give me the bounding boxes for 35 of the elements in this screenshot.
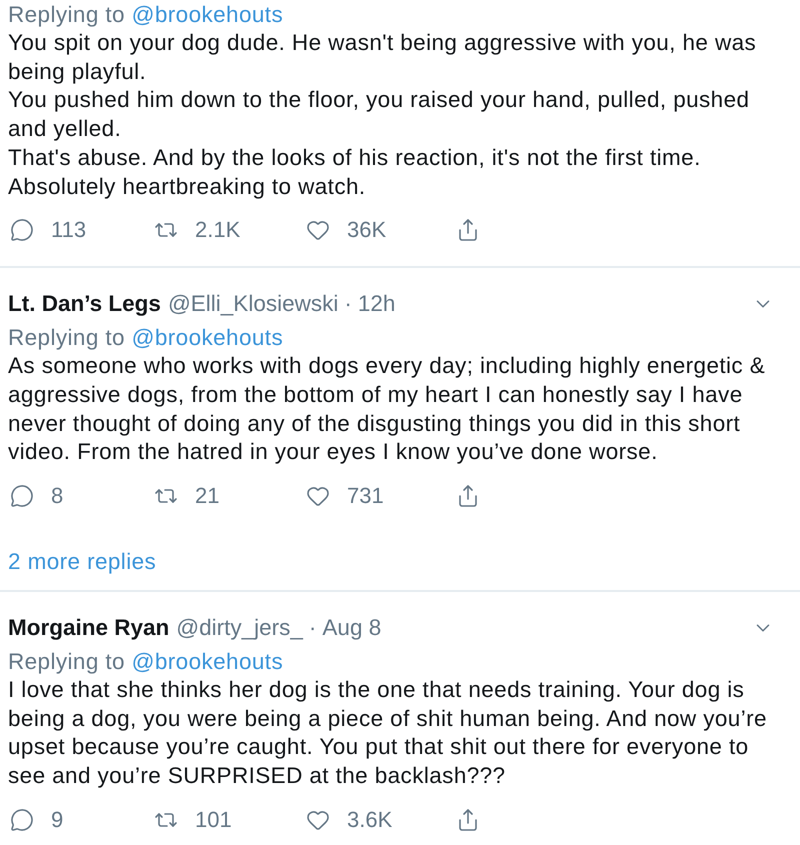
like-count: 731 [347,483,384,510]
mention-link[interactable]: @brookehouts [132,325,284,350]
reply-count: 8 [51,483,64,510]
tweet-time[interactable]: 12h [358,289,396,318]
separator-dot: · [344,290,352,318]
author-name[interactable]: Morgaine Ryan [8,613,170,642]
speech-bubble-icon[interactable] [10,218,34,242]
speech-bubble-icon[interactable] [10,484,34,508]
retweet-count: 101 [195,806,232,833]
more-replies-link[interactable]: 2 more replies [8,547,156,576]
heart-icon[interactable] [306,218,330,242]
like-count: 36K [347,217,386,244]
share-icon[interactable] [456,218,480,242]
tweet-time[interactable]: Aug 8 [322,613,382,642]
reply-count: 113 [51,217,86,244]
replying-to-text: Replying to @brookehouts [8,324,284,352]
replying-to-text: Replying to @brookehouts [8,648,284,676]
share-icon[interactable] [456,808,480,832]
author-handle: @Elli_Klosiewski [168,290,338,318]
retweet-count: 21 [195,483,220,510]
reply-count: 9 [51,806,64,833]
replying-to-text: Replying to @brookehouts [8,1,284,29]
like-count: 3.6K [347,806,392,833]
heart-icon[interactable] [306,484,330,508]
speech-bubble-icon[interactable] [10,808,34,832]
tweet-text: You spit on your dog dude. He wasn't being aggressive with you, he was being playful. You pushed him down to the floor, you raised your hand, pulled, pushed and yelled. That's abuse. And by the looks of his reaction, it's not the first time. Absolutely heartbreaking to watch. [8,29,758,201]
tweet-text: As someone who works with dogs every day; including highly energetic & aggressive dogs, from the bottom of my heart I can honestly say I have never thought of doing any of the disgusting things you did in this short video. From the hatred in your eyes I know you’ve done worse. [8,352,766,466]
share-icon[interactable] [456,484,480,508]
tweet-text: I love that she thinks her dog is the one that needs training. Your dog is being a dog, you were being a piece of shit human being. And now you’re upset because you’re caught. You put that shit out there for everyone to see and you’re SURPRISED at the backlash??? [8,676,768,790]
author-name[interactable]: Lt. Dan’s Legs [8,289,161,318]
retweet-count: 2.1K [195,217,240,244]
author-handle: @dirty_jers_ [176,614,303,642]
mention-link[interactable]: @brookehouts [132,649,284,674]
separator-dot: · [308,614,316,642]
mention-link[interactable]: @brookehouts [132,2,284,27]
